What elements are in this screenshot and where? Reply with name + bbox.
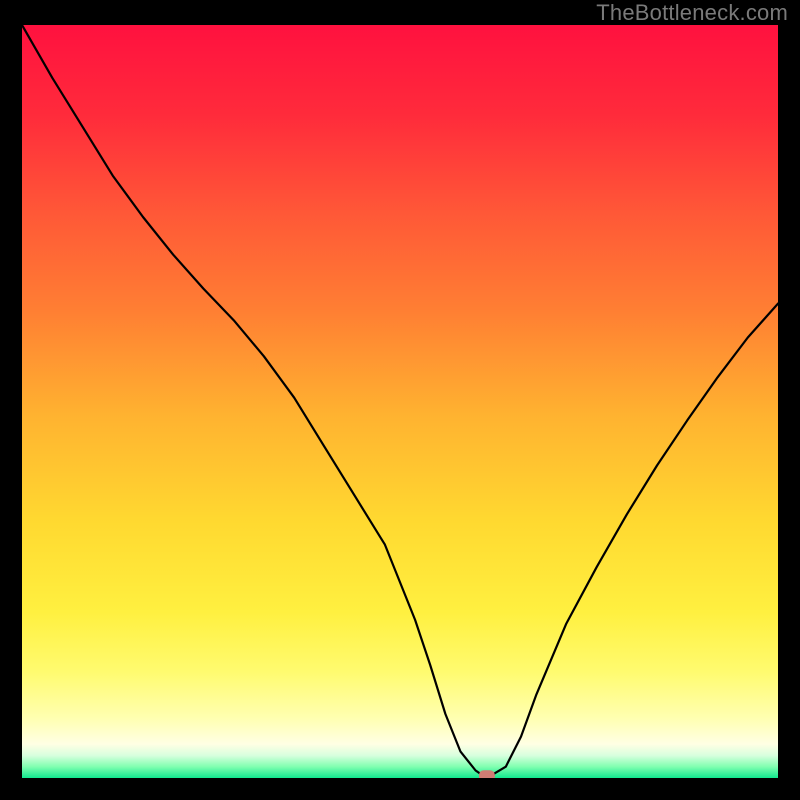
chart-frame bbox=[22, 25, 778, 778]
chart-background-gradient bbox=[22, 25, 778, 778]
optimum-marker bbox=[479, 770, 495, 778]
watermark-text: TheBottleneck.com bbox=[596, 0, 788, 26]
bottleneck-chart-svg bbox=[22, 25, 778, 778]
